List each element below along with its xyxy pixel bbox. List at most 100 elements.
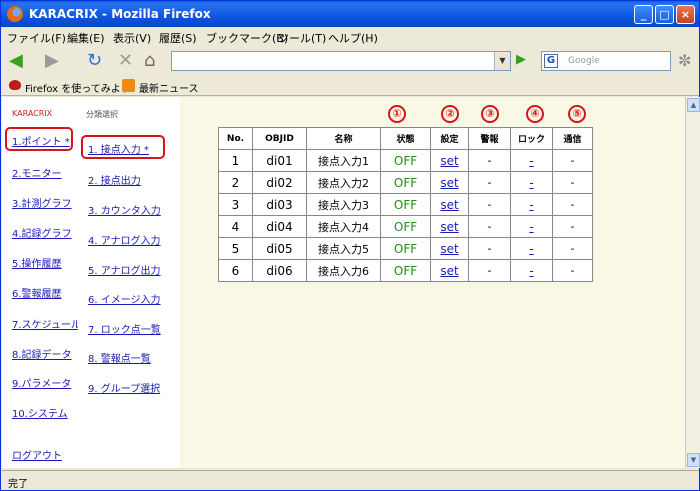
cell-name: 接点入力5: [306, 237, 381, 260]
logout-link[interactable]: ログアウト: [12, 447, 62, 462]
cell-lock: -: [510, 259, 553, 282]
menu-item-record-graph[interactable]: 4.記録グラフ: [12, 225, 72, 240]
menu-item-record-data[interactable]: 8.記録データ: [12, 346, 72, 361]
cell-no: 3: [218, 193, 253, 216]
lock-link[interactable]: -: [529, 220, 533, 234]
set-link[interactable]: set: [440, 264, 458, 278]
search-input[interactable]: G Google: [541, 51, 671, 71]
menu-file[interactable]: ファイル(F): [7, 30, 66, 46]
cell-name: 接点入力2: [306, 171, 381, 194]
cell-alarm: -: [468, 171, 511, 194]
menu-help[interactable]: ヘルプ(H): [328, 30, 378, 46]
cell-no: 2: [218, 171, 253, 194]
category-analog-input[interactable]: 4. アナログ入力: [88, 232, 161, 247]
menu-item-monitor[interactable]: 2.モニター: [12, 165, 62, 180]
firefox-icon: [7, 6, 23, 22]
menu-item-system[interactable]: 10.システム: [12, 405, 68, 420]
col-no: No.: [218, 127, 253, 150]
cell-state: OFF: [380, 171, 431, 194]
category-group-select[interactable]: 9. グループ選択: [88, 380, 160, 395]
cell-comm: -: [552, 193, 593, 216]
lock-link[interactable]: -: [529, 176, 533, 190]
bookmarks-toolbar: Firefox を使ってみよう 最新ニュース: [1, 76, 699, 96]
lock-link[interactable]: -: [529, 264, 533, 278]
category-digital-output[interactable]: 2. 接点出力: [88, 172, 141, 187]
lock-link[interactable]: -: [529, 242, 533, 256]
set-link[interactable]: set: [440, 242, 458, 256]
back-icon[interactable]: ◀: [9, 49, 23, 73]
cell-state: OFF: [380, 259, 431, 282]
window-title: KARACRIX - Mozilla Firefox: [29, 7, 211, 21]
status-bar: 完了: [2, 470, 699, 490]
cell-name: 接点入力1: [306, 149, 381, 172]
cell-alarm: -: [468, 193, 511, 216]
bookmark-latest-news[interactable]: 最新ニュース: [139, 80, 199, 95]
cell-setting: set: [430, 171, 469, 194]
menu-item-operation-history[interactable]: 5.操作履歴: [12, 255, 62, 270]
menu-item-measure-graph[interactable]: 3.計測グラフ: [12, 195, 72, 210]
category-lock-list[interactable]: 7. ロック点一覧: [88, 321, 161, 336]
close-button[interactable]: ×: [676, 5, 695, 24]
menu-item-schedule[interactable]: 7.スケジュール: [12, 316, 81, 331]
set-link[interactable]: set: [440, 176, 458, 190]
table-header-row: No. OBJID 名称 状態 設定 警報 ロック 通信: [218, 127, 593, 150]
minimize-button[interactable]: _: [634, 5, 653, 24]
main-panel: ① ② ③ ④ ⑤ No. OBJID 名称 状態 設定 警報 ロック 通信 1…: [180, 97, 685, 468]
google-icon[interactable]: G: [544, 54, 558, 68]
maximize-button[interactable]: □: [655, 5, 674, 24]
cell-comm: -: [552, 237, 593, 260]
cell-state: OFF: [380, 149, 431, 172]
url-dropdown-icon[interactable]: ▼: [494, 52, 510, 70]
cell-alarm: -: [468, 215, 511, 238]
url-input[interactable]: [171, 51, 511, 71]
menu-item-alarm-history[interactable]: 6.警報履歴: [12, 285, 62, 300]
category-image-input[interactable]: 6. イメージ入力: [88, 291, 161, 306]
cell-alarm: -: [468, 259, 511, 282]
category-counter-input[interactable]: 3. カウンタ入力: [88, 202, 161, 217]
category-alarm-list[interactable]: 8. 警報点一覧: [88, 350, 151, 365]
cell-name: 接点入力3: [306, 193, 381, 216]
reload-icon[interactable]: ↻: [87, 49, 102, 73]
menu-view[interactable]: 表示(V): [113, 30, 151, 46]
bookmark-getting-started[interactable]: Firefox を使ってみよう: [25, 80, 131, 95]
home-icon[interactable]: ⌂: [144, 49, 155, 73]
scroll-down-icon[interactable]: ▼: [687, 453, 700, 467]
cell-no: 5: [218, 237, 253, 260]
cell-name: 接点入力6: [306, 259, 381, 282]
cell-lock: -: [510, 237, 553, 260]
cell-objid: di06: [252, 259, 307, 282]
table-row: 5 di05 接点入力5 OFF set - - -: [218, 237, 593, 260]
menu-item-points[interactable]: 1.ポイント *: [12, 133, 70, 148]
category-label: 分類選択: [86, 110, 118, 119]
lock-link[interactable]: -: [529, 198, 533, 212]
forward-icon[interactable]: ▶: [45, 49, 59, 73]
menu-tools[interactable]: ツール(T): [278, 30, 326, 46]
title-bar[interactable]: KARACRIX - Mozilla Firefox _ □ ×: [1, 1, 699, 27]
lock-link[interactable]: -: [529, 154, 533, 168]
marker-3: ③: [481, 105, 499, 123]
stop-icon[interactable]: ✕: [118, 49, 133, 73]
col-setting: 設定: [430, 127, 469, 150]
menu-item-parameters[interactable]: 9.パラメータ: [12, 375, 71, 390]
go-icon[interactable]: ▶: [516, 52, 530, 70]
points-table: No. OBJID 名称 状態 設定 警報 ロック 通信 1 di01 接点入力: [218, 127, 593, 282]
col-state: 状態: [380, 127, 431, 150]
menu-bookmarks[interactable]: ブックマーク(B): [206, 30, 288, 46]
scroll-up-icon[interactable]: ▲: [687, 98, 700, 112]
cell-comm: -: [552, 149, 593, 172]
cell-alarm: -: [468, 237, 511, 260]
vertical-scrollbar[interactable]: ▲ ▼: [685, 97, 700, 468]
set-link[interactable]: set: [440, 198, 458, 212]
col-comm: 通信: [552, 127, 593, 150]
marker-5: ⑤: [568, 105, 586, 123]
cell-lock: -: [510, 193, 553, 216]
table-row: 3 di03 接点入力3 OFF set - - -: [218, 193, 593, 216]
menu-history[interactable]: 履歴(S): [159, 30, 197, 46]
cell-no: 4: [218, 215, 253, 238]
category-analog-output[interactable]: 5. アナログ出力: [88, 262, 161, 277]
cell-setting: set: [430, 237, 469, 260]
set-link[interactable]: set: [440, 154, 458, 168]
set-link[interactable]: set: [440, 220, 458, 234]
category-digital-input[interactable]: 1. 接点入力 *: [88, 141, 149, 156]
menu-edit[interactable]: 編集(E): [67, 30, 105, 46]
